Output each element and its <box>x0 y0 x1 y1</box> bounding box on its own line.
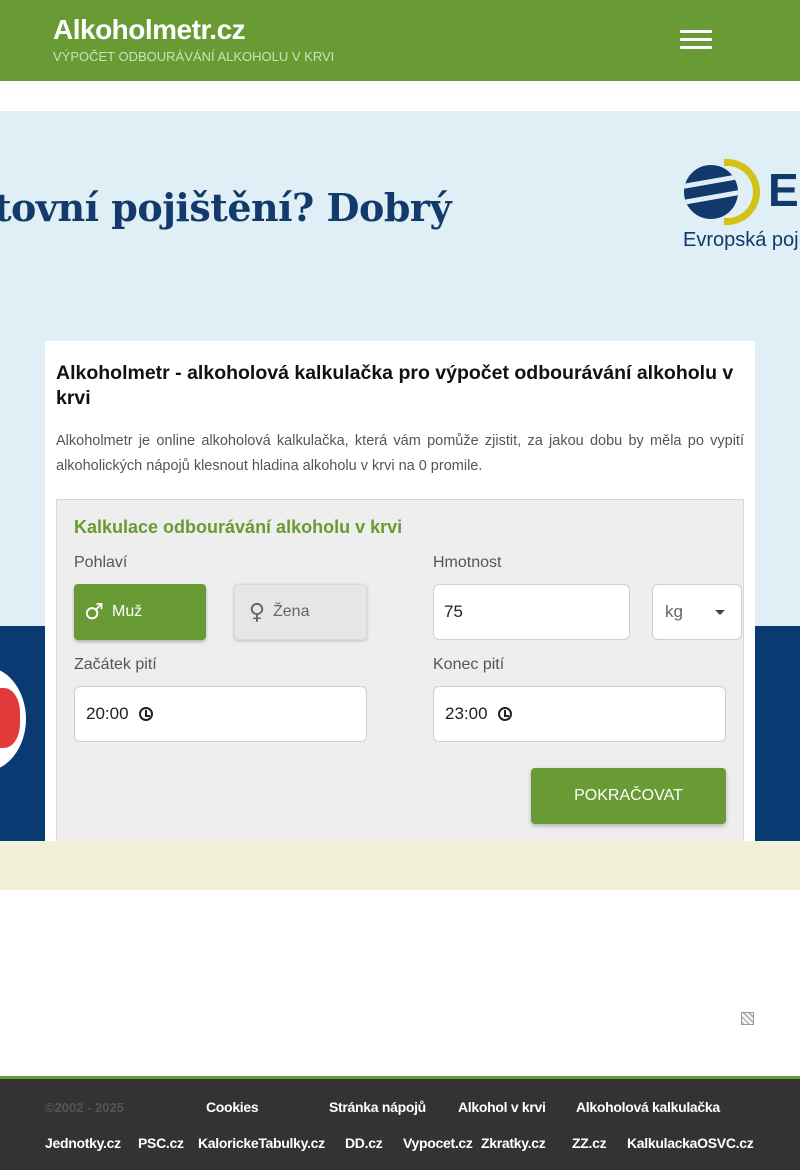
end-time-value: 23:00 <box>445 704 488 723</box>
end-time-input[interactable]: 23:00 <box>433 686 726 742</box>
page-title: Alkoholmetr - alkoholová kalkulačka pro … <box>56 362 734 409</box>
gender-female-button[interactable]: ♀ Žena <box>234 584 367 640</box>
weight-label: Hmotnost <box>433 554 502 571</box>
site-title[interactable]: Alkoholmetr.cz <box>53 14 246 46</box>
gender-male-label: Muž <box>112 603 143 620</box>
footer-link-dd[interactable]: DD.cz <box>345 1135 383 1151</box>
male-icon: ♂ <box>84 599 104 625</box>
weight-unit-value: kg <box>665 602 683 621</box>
footer-link-alcohol-blood[interactable]: Alkohol v krvi <box>458 1099 546 1115</box>
female-icon: ♀ <box>248 599 265 625</box>
site-footer: ©2002 - 2025 Cookies Stránka nápojů Alko… <box>0 1076 800 1170</box>
gender-label: Pohlaví <box>74 554 128 571</box>
gender-female-label: Žena <box>273 603 310 620</box>
weight-value: 75 <box>444 602 463 621</box>
start-label: Začátek pití <box>74 656 157 673</box>
end-label: Konec pití <box>433 656 505 673</box>
footer-link-zz[interactable]: ZZ.cz <box>572 1135 607 1151</box>
calculator-title: Kalkulace odbourávání alkoholu v krvi <box>74 517 403 537</box>
hamburger-menu-icon[interactable] <box>680 30 712 52</box>
footer-link-psc[interactable]: PSC.cz <box>138 1135 184 1151</box>
logo-arc-icon <box>724 159 760 225</box>
footer-link-cookies[interactable]: Cookies <box>206 1099 259 1115</box>
continue-button[interactable]: POKRAČOVAT <box>531 768 726 824</box>
clock-icon[interactable] <box>497 707 512 721</box>
site-header: Alkoholmetr.cz VÝPOČET ODBOURÁVÁNÍ ALKOH… <box>0 0 800 81</box>
clock-icon[interactable] <box>138 707 153 721</box>
weight-input[interactable]: 75 <box>433 584 630 640</box>
dropdown-caret-icon <box>715 609 725 615</box>
ad-slogan: tovní pojištění? Dobrý <box>0 185 452 230</box>
copyright: ©2002 - 2025 <box>45 1100 124 1115</box>
site-subtitle: VÝPOČET ODBOURÁVÁNÍ ALKOHOLU V KRVI <box>53 49 335 64</box>
page-description: Alkoholmetr je online alkoholová kalkula… <box>56 433 744 474</box>
calculator-form: Kalkulace odbourávání alkoholu v krvi Po… <box>56 499 744 841</box>
ball-image-icon <box>0 666 26 772</box>
ad-strip <box>0 841 800 890</box>
ad-choices-icon[interactable] <box>741 1012 754 1025</box>
ad-logo-text: Evropská poji <box>683 229 800 251</box>
footer-link-kaloricke[interactable]: KalorickeTabulky.cz <box>198 1135 325 1151</box>
footer-link-osvc[interactable]: KalkulackaOSVC.cz <box>627 1135 754 1151</box>
calculator-card: Alkoholmetr - alkoholová kalkulačka pro … <box>45 341 755 841</box>
footer-link-zkratky[interactable]: Zkratky.cz <box>481 1135 546 1151</box>
footer-link-vypocet[interactable]: Vypocet.cz <box>403 1135 473 1151</box>
start-time-input[interactable]: 20:00 <box>74 686 367 742</box>
footer-link-drinks[interactable]: Stránka nápojů <box>329 1099 426 1115</box>
footer-link-jednotky[interactable]: Jednotky.cz <box>45 1135 121 1151</box>
weight-unit-select[interactable]: kg <box>652 584 742 640</box>
start-time-value: 20:00 <box>86 704 129 723</box>
ad-logo-letter: E <box>768 164 799 216</box>
gender-male-button[interactable]: ♂ Muž <box>74 584 206 640</box>
footer-link-calculator[interactable]: Alkoholová kalkulačka <box>576 1099 720 1115</box>
